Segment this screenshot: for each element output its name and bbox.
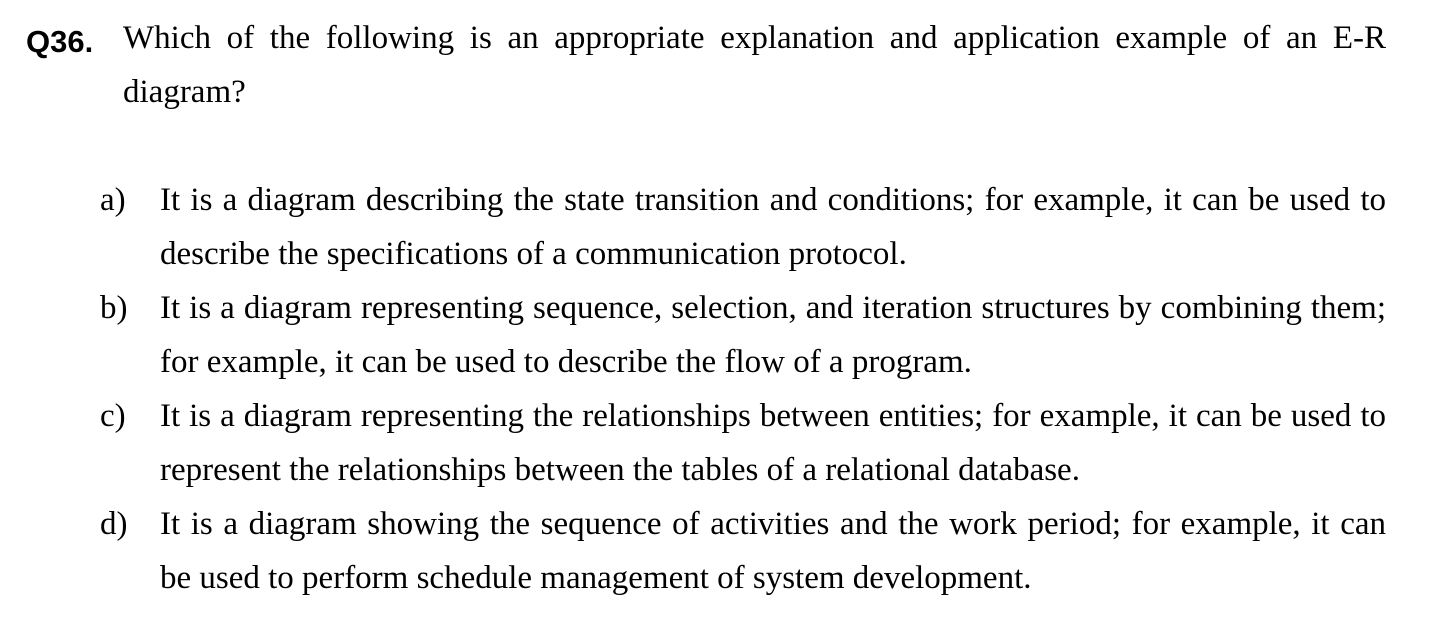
option-text: It is a diagram describing the state tra… — [160, 182, 1386, 272]
option-text: It is a diagram representing sequence, s… — [160, 290, 1386, 380]
answer-options: a) It is a diagram describing the state … — [100, 173, 1386, 605]
option-text: It is a diagram showing the sequence of … — [160, 506, 1386, 596]
question-number: Q36. — [26, 24, 94, 59]
option-a[interactable]: a) It is a diagram describing the state … — [100, 173, 1386, 281]
option-text: It is a diagram representing the relatio… — [160, 398, 1386, 488]
option-d[interactable]: d) It is a diagram showing the sequence … — [100, 497, 1386, 605]
question-text: Which of the following is an appropriate… — [123, 20, 1386, 110]
option-label: c) — [100, 398, 126, 434]
option-label: a) — [100, 182, 126, 218]
option-c[interactable]: c) It is a diagram representing the rela… — [100, 389, 1386, 497]
option-label: b) — [100, 290, 128, 326]
question-block: Q36. Which of the following is an approp… — [26, 11, 1386, 119]
option-b[interactable]: b) It is a diagram representing sequence… — [100, 281, 1386, 389]
option-label: d) — [100, 506, 128, 542]
